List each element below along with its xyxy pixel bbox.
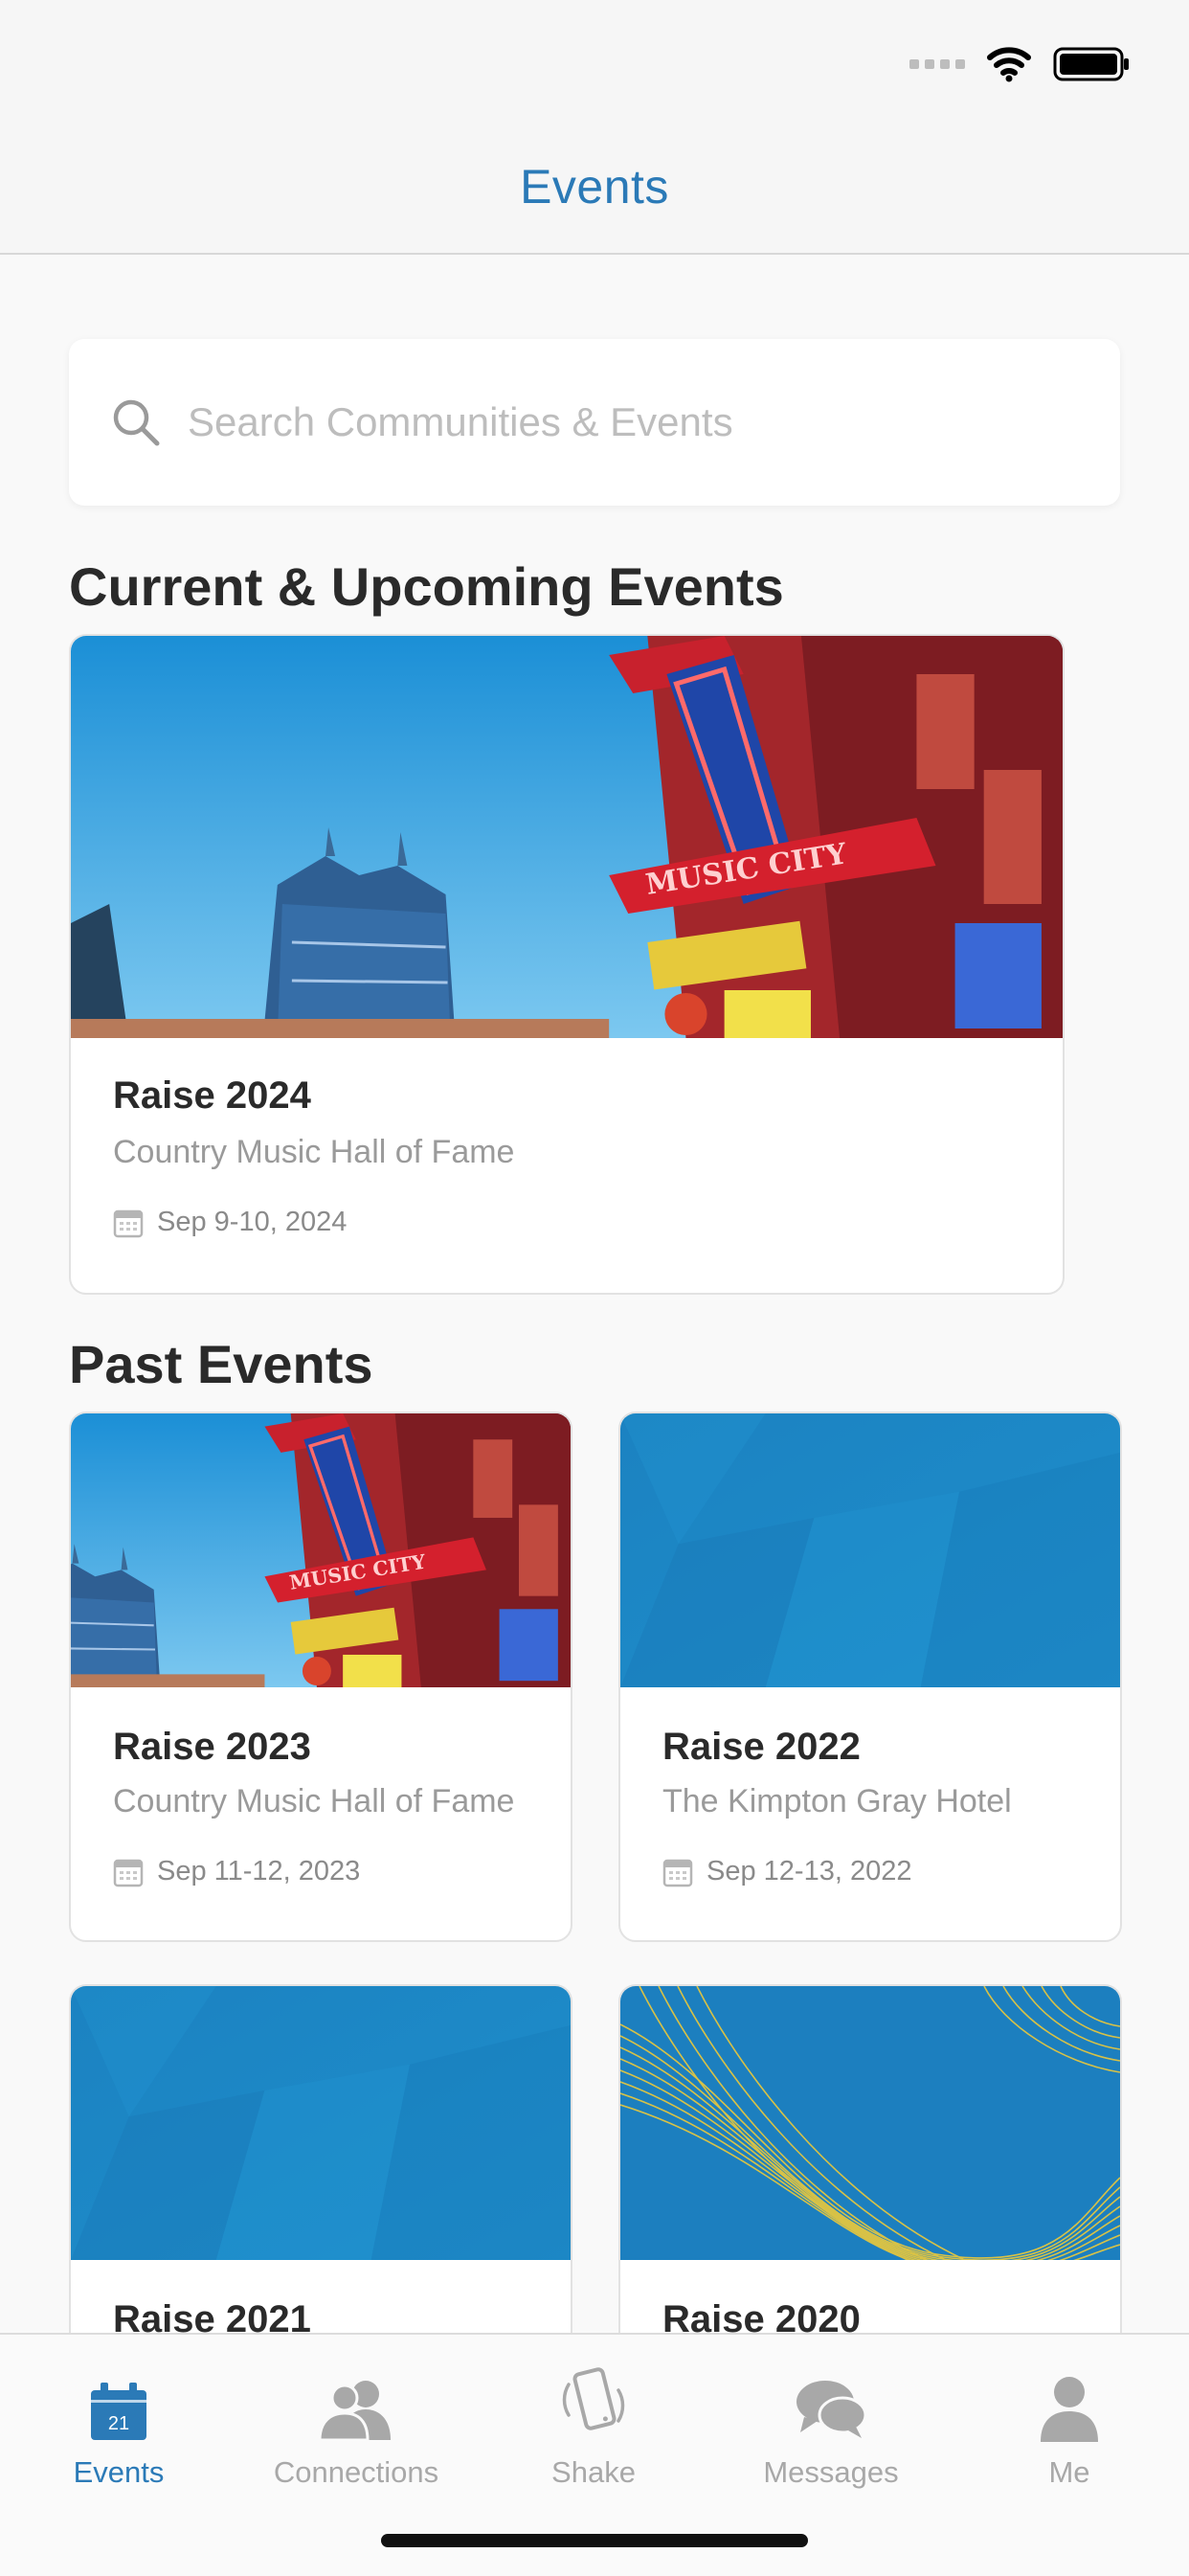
tab-label: Me	[1048, 2455, 1090, 2489]
navigation-bar: Events	[0, 0, 1189, 255]
tab-label: Shake	[551, 2455, 636, 2489]
calendar-icon	[113, 1209, 144, 1237]
search-input[interactable]	[186, 398, 1051, 446]
cellular-signal-icon	[909, 59, 965, 69]
search-bar[interactable]	[69, 339, 1120, 506]
event-banner-image	[620, 1986, 1120, 2260]
event-card[interactable]: Raise 2023 Country Music Hall of Fame Se…	[69, 1412, 572, 1942]
calendar-icon	[662, 1859, 693, 1887]
event-banner-image	[71, 636, 1063, 1038]
tab-events[interactable]: 21 Events	[0, 2356, 237, 2490]
event-date-text: Sep 12-13, 2022	[707, 1856, 912, 1887]
event-title: Raise 2022	[662, 1726, 861, 1768]
event-venue: Country Music Hall of Fame	[113, 1783, 515, 1819]
event-date-text: Sep 11-12, 2023	[157, 1856, 361, 1887]
tab-label: Connections	[273, 2455, 439, 2489]
home-indicator	[381, 2534, 808, 2547]
search-icon	[113, 399, 160, 446]
phone-shake-icon	[562, 2367, 625, 2430]
section-title-past: Past Events	[69, 1334, 373, 1394]
battery-icon	[1053, 47, 1129, 81]
event-date: Sep 9-10, 2024	[113, 1207, 347, 1238]
event-banner-image	[71, 1413, 571, 1687]
tab-me[interactable]: Me	[950, 2356, 1189, 2490]
event-venue: The Kimpton Gray Hotel	[662, 1783, 1012, 1819]
calendar-day-label: 21	[108, 2413, 129, 2434]
tab-label: Messages	[763, 2455, 899, 2489]
person-icon	[1041, 2377, 1098, 2442]
event-date-text: Sep 9-10, 2024	[157, 1207, 348, 1237]
chat-bubbles-icon	[796, 2381, 867, 2438]
event-card[interactable]: Raise 2024 Country Music Hall of Fame Se…	[69, 634, 1065, 1295]
tab-label: Events	[73, 2455, 165, 2489]
event-title: Raise 2024	[113, 1074, 311, 1117]
event-date: Sep 11-12, 2023	[113, 1856, 360, 1887]
section-title-current: Current & Upcoming Events	[69, 556, 784, 617]
page-title: Events	[520, 160, 669, 214]
people-icon	[318, 2381, 391, 2442]
status-bar-icons	[909, 42, 1130, 86]
event-banner-image	[71, 1986, 571, 2260]
calendar-icon: 21	[91, 2383, 146, 2440]
event-venue: Country Music Hall of Fame	[113, 1134, 515, 1170]
event-banner-image	[620, 1413, 1120, 1687]
tab-connections[interactable]: Connections	[237, 2356, 475, 2490]
event-card[interactable]: Raise 2022 The Kimpton Gray Hotel Sep 12…	[618, 1412, 1122, 1942]
tab-messages[interactable]: Messages	[712, 2356, 950, 2490]
event-title: Raise 2023	[113, 1726, 311, 1768]
event-date: Sep 12-13, 2022	[662, 1856, 911, 1887]
tab-shake[interactable]: Shake	[475, 2356, 712, 2490]
calendar-icon	[113, 1859, 144, 1887]
wifi-icon	[987, 47, 1031, 82]
